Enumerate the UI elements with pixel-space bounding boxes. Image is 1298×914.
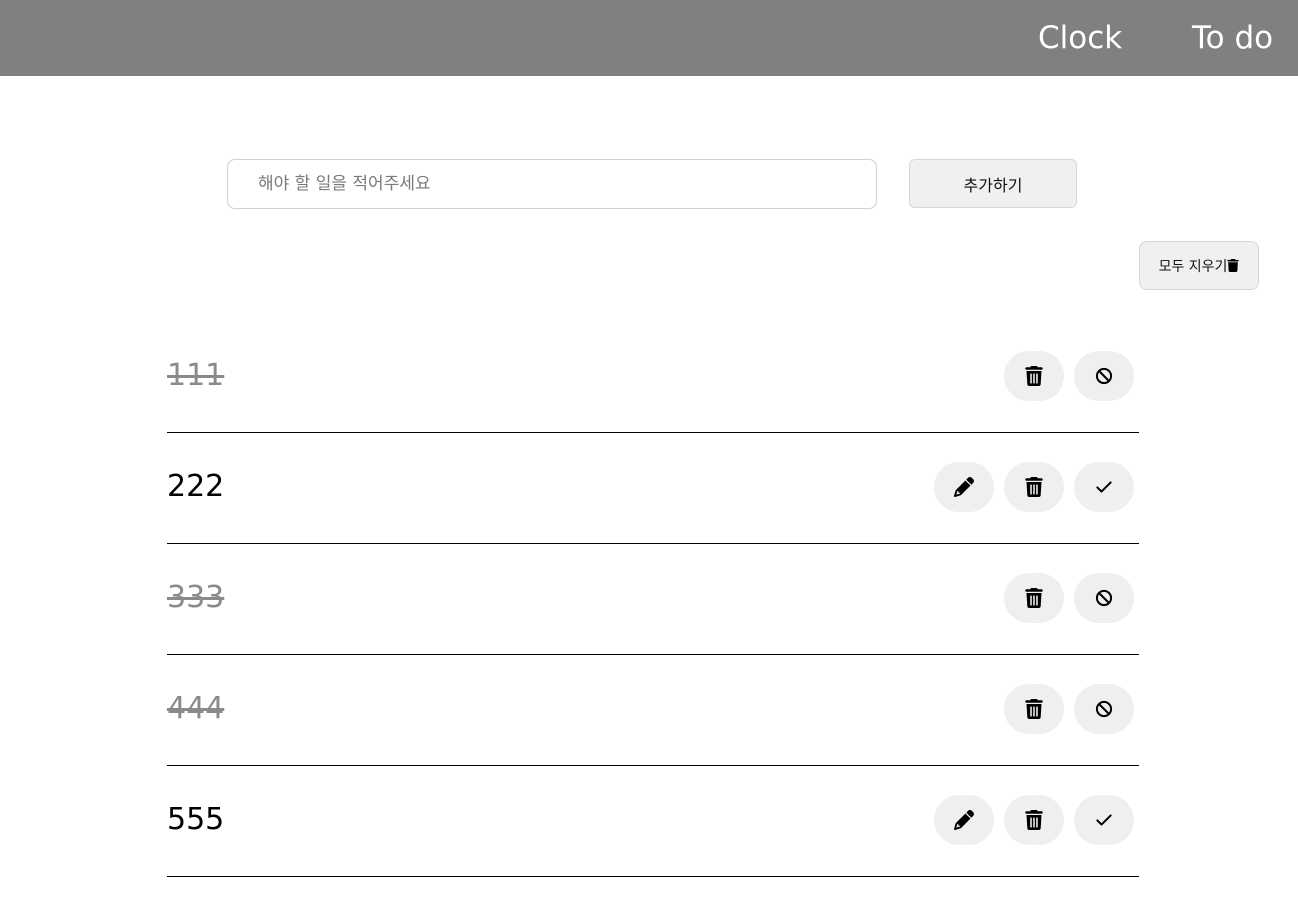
todo-text: 222: [167, 469, 225, 504]
trash-icon: [1024, 810, 1044, 830]
todo-actions: [1004, 684, 1134, 734]
add-todo-button[interactable]: 추가하기: [909, 159, 1077, 208]
todo-text: 333: [167, 580, 225, 615]
top-nav-bar: Clock To do: [0, 0, 1298, 76]
undo-button[interactable]: [1074, 351, 1134, 401]
ban-icon: [1094, 699, 1114, 719]
delete-button[interactable]: [1004, 462, 1064, 512]
edit-button[interactable]: [934, 795, 994, 845]
pencil-icon: [954, 477, 974, 497]
todo-item: 555: [167, 766, 1139, 877]
todo-actions: [1004, 573, 1134, 623]
undo-button[interactable]: [1074, 684, 1134, 734]
pencil-icon: [954, 810, 974, 830]
check-icon: [1094, 810, 1114, 830]
trash-icon: [1227, 259, 1240, 272]
delete-button[interactable]: [1004, 684, 1064, 734]
trash-icon: [1024, 477, 1044, 497]
complete-button[interactable]: [1074, 462, 1134, 512]
clear-all-button[interactable]: 모두 지우기: [1139, 241, 1259, 290]
todo-list: 111 222 333 444 555: [167, 322, 1139, 877]
trash-icon: [1024, 366, 1044, 386]
trash-icon: [1024, 699, 1044, 719]
delete-button[interactable]: [1004, 351, 1064, 401]
nav-link-todo[interactable]: To do: [1192, 18, 1273, 58]
delete-button[interactable]: [1004, 795, 1064, 845]
complete-button[interactable]: [1074, 795, 1134, 845]
todo-text: 555: [167, 802, 225, 837]
todo-actions: [1004, 351, 1134, 401]
todo-input[interactable]: [227, 159, 877, 209]
todo-text: 111: [167, 358, 225, 393]
check-icon: [1094, 477, 1114, 497]
todo-item: 444: [167, 655, 1139, 766]
todo-item: 222: [167, 433, 1139, 544]
nav-link-clock[interactable]: Clock: [1038, 18, 1122, 58]
ban-icon: [1094, 366, 1114, 386]
undo-button[interactable]: [1074, 573, 1134, 623]
delete-button[interactable]: [1004, 573, 1064, 623]
edit-button[interactable]: [934, 462, 994, 512]
clear-all-label: 모두 지우기: [1158, 258, 1228, 275]
todo-actions: [934, 795, 1134, 845]
todo-actions: [934, 462, 1134, 512]
trash-icon: [1024, 588, 1044, 608]
todo-item: 111: [167, 322, 1139, 433]
todo-text: 444: [167, 691, 225, 726]
ban-icon: [1094, 588, 1114, 608]
todo-item: 333: [167, 544, 1139, 655]
